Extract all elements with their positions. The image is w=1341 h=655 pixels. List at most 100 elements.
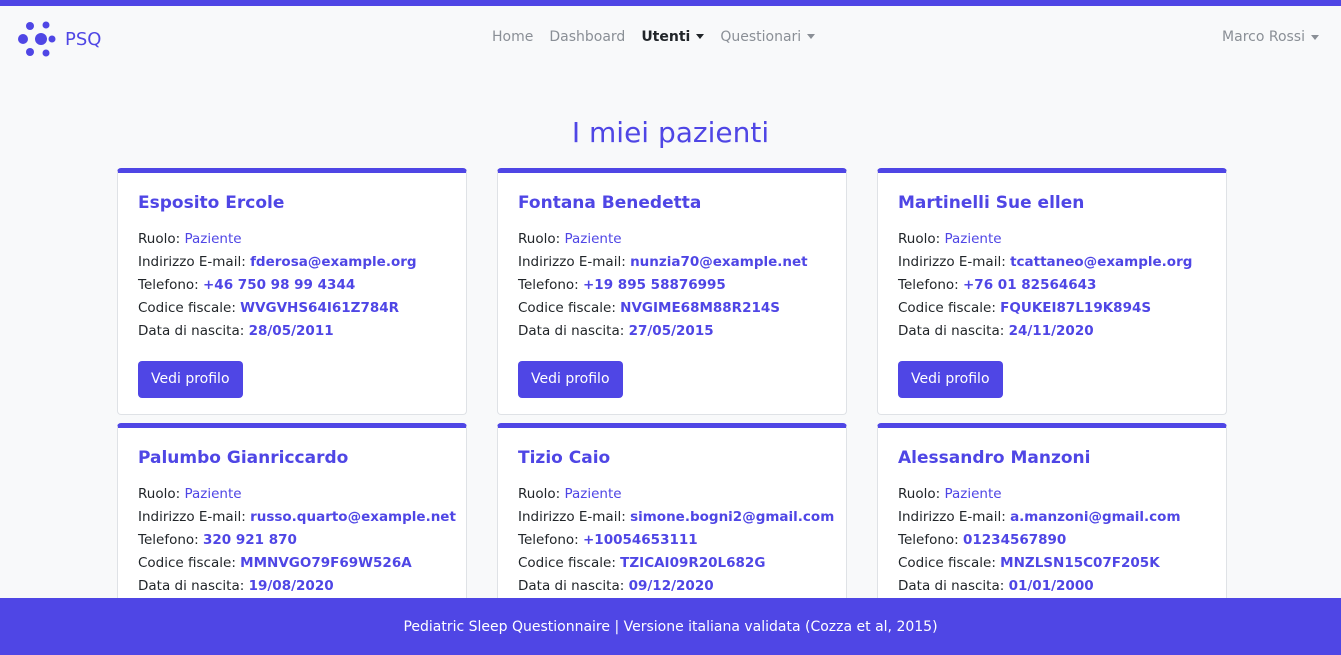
tax-code-value: WVGVHS64I61Z784R	[240, 300, 400, 316]
email-label: Indirizzo E-mail:	[898, 254, 1006, 270]
tax-code-row: Codice fiscale: MMNVGO79F69W526A	[138, 552, 446, 575]
role-value: Paziente	[184, 231, 242, 247]
brand-link[interactable]: PSQ	[17, 19, 101, 59]
patient-name: Martinelli Sue ellen	[898, 193, 1085, 213]
phone-label: Telefono:	[518, 532, 579, 548]
tax-code-row: Codice fiscale: TZICAI09R20L682G	[518, 552, 826, 575]
patient-card: Fontana Benedetta Ruolo: Paziente Indiri…	[497, 168, 847, 415]
tax-code-value: FQUKEI87L19K894S	[1000, 300, 1152, 316]
phone-value: 01234567890	[963, 532, 1067, 548]
phone-value: +76 01 82564643	[963, 277, 1097, 293]
main-content: I miei pazienti Esposito Ercole Ruolo: P…	[0, 68, 1341, 598]
email-value: russo.quarto@example.net	[250, 509, 456, 525]
tax-code-label: Codice fiscale:	[518, 555, 616, 571]
phone-label: Telefono:	[898, 532, 959, 548]
email-value: nunzia70@example.net	[630, 254, 808, 270]
phone-label: Telefono:	[138, 277, 199, 293]
email-value: fderosa@example.org	[250, 254, 417, 270]
view-profile-button[interactable]: Vedi profilo	[898, 361, 1003, 398]
nav-questionari-label: Questionari	[720, 29, 802, 45]
user-menu-dropdown[interactable]: Marco Rossi	[1222, 6, 1319, 68]
role-row: Ruolo: Paziente	[898, 228, 1206, 251]
birth-date-label: Data di nascita:	[898, 323, 1005, 339]
birth-date-label: Data di nascita:	[518, 578, 625, 594]
role-value: Paziente	[564, 486, 622, 502]
tax-code-row: Codice fiscale: NVGIME68M88R214S	[518, 297, 826, 320]
email-row: Indirizzo E-mail: fderosa@example.org	[138, 251, 446, 274]
phone-label: Telefono:	[898, 277, 959, 293]
birth-date-label: Data di nascita:	[138, 323, 245, 339]
phone-row: Telefono: +10054653111	[518, 529, 826, 552]
tax-code-label: Codice fiscale:	[898, 300, 996, 316]
email-value: tcattaneo@example.org	[1010, 254, 1193, 270]
nav-utenti-dropdown[interactable]: Utenti	[641, 29, 705, 45]
role-label: Ruolo:	[898, 231, 941, 247]
nav-home[interactable]: Home	[492, 29, 533, 45]
phone-value: 320 921 870	[203, 532, 297, 548]
view-profile-button[interactable]: Vedi profilo	[518, 361, 623, 398]
birth-date-row: Data di nascita: 01/01/2000	[898, 575, 1206, 598]
brand-name: PSQ	[65, 28, 102, 50]
patient-name: Tizio Caio	[518, 448, 611, 468]
birth-date-row: Data di nascita: 19/08/2020	[138, 575, 446, 598]
birth-date-row: Data di nascita: 27/05/2015	[518, 320, 826, 343]
phone-label: Telefono:	[518, 277, 579, 293]
tax-code-row: Codice fiscale: FQUKEI87L19K894S	[898, 297, 1206, 320]
role-row: Ruolo: Paziente	[898, 483, 1206, 506]
role-value: Paziente	[944, 231, 1002, 247]
birth-date-label: Data di nascita:	[898, 578, 1005, 594]
tax-code-label: Codice fiscale:	[138, 555, 236, 571]
tax-code-label: Codice fiscale:	[898, 555, 996, 571]
patient-card: Palumbo Gianriccardo Ruolo: Paziente Ind…	[117, 423, 467, 598]
phone-row: Telefono: +46 750 98 99 4344	[138, 274, 446, 297]
phone-row: Telefono: +19 895 58876995	[518, 274, 826, 297]
birth-date-value: 28/05/2011	[248, 323, 334, 339]
page-title: I miei pazienti	[571, 116, 770, 149]
caret-down-icon	[807, 34, 816, 39]
email-value: a.manzoni@gmail.com	[1010, 509, 1181, 525]
user-name: Marco Rossi	[1222, 29, 1305, 45]
role-label: Ruolo:	[518, 486, 561, 502]
birth-date-row: Data di nascita: 28/05/2011	[138, 320, 446, 343]
view-profile-button[interactable]: Vedi profilo	[138, 361, 243, 398]
role-row: Ruolo: Paziente	[138, 483, 446, 506]
email-label: Indirizzo E-mail:	[138, 509, 246, 525]
tax-code-row: Codice fiscale: MNZLSN15C07F205K	[898, 552, 1206, 575]
main-nav: Home Dashboard Utenti Questionari	[492, 6, 816, 68]
tax-code-row: Codice fiscale: WVGVHS64I61Z784R	[138, 297, 446, 320]
email-row: Indirizzo E-mail: russo.quarto@example.n…	[138, 506, 456, 529]
footer: Pediatric Sleep Questionnaire | Versione…	[0, 598, 1341, 655]
tax-code-value: NVGIME68M88R214S	[620, 300, 780, 316]
email-label: Indirizzo E-mail:	[518, 509, 626, 525]
role-label: Ruolo:	[898, 486, 941, 502]
email-value: simone.bogni2@gmail.com	[630, 509, 835, 525]
birth-date-value: 01/01/2000	[1008, 578, 1094, 594]
role-row: Ruolo: Paziente	[518, 483, 826, 506]
footer-text: Pediatric Sleep Questionnaire | Versione…	[403, 618, 938, 635]
birth-date-value: 19/08/2020	[248, 578, 334, 594]
caret-down-icon	[1311, 34, 1319, 40]
phone-value: +46 750 98 99 4344	[203, 277, 356, 293]
phone-row: Telefono: +76 01 82564643	[898, 274, 1206, 297]
birth-date-value: 24/11/2020	[1008, 323, 1094, 339]
nav-questionari-dropdown[interactable]: Questionari	[720, 29, 816, 45]
psq-logo-icon	[18, 21, 56, 57]
birth-date-row: Data di nascita: 24/11/2020	[898, 320, 1206, 343]
birth-date-label: Data di nascita:	[518, 323, 625, 339]
role-label: Ruolo:	[138, 231, 181, 247]
patient-name: Palumbo Gianriccardo	[138, 448, 349, 468]
email-row: Indirizzo E-mail: nunzia70@example.net	[518, 251, 826, 274]
tax-code-label: Codice fiscale:	[518, 300, 616, 316]
tax-code-value: MNZLSN15C07F205K	[1000, 555, 1160, 571]
birth-date-value: 27/05/2015	[628, 323, 714, 339]
birth-date-label: Data di nascita:	[138, 578, 245, 594]
phone-value: +19 895 58876995	[583, 277, 726, 293]
nav-utenti-label: Utenti	[641, 29, 691, 45]
nav-dashboard[interactable]: Dashboard	[549, 29, 625, 45]
phone-row: Telefono: 01234567890	[898, 529, 1206, 552]
patient-name: Esposito Ercole	[138, 193, 285, 213]
patient-name: Fontana Benedetta	[518, 193, 702, 213]
patient-card: Tizio Caio Ruolo: Paziente Indirizzo E-m…	[497, 423, 847, 598]
role-label: Ruolo:	[518, 231, 561, 247]
role-row: Ruolo: Paziente	[518, 228, 826, 251]
